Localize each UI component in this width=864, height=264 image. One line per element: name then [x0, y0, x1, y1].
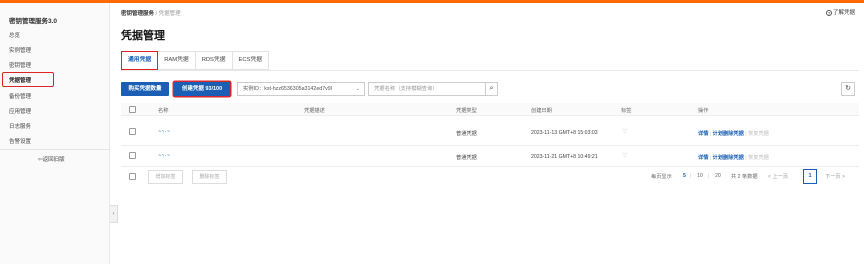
total-count: 共 2 条数据 — [731, 174, 758, 180]
sidebar-item-instances[interactable]: 实例管理 — [9, 46, 31, 54]
secret-name-link[interactable]: ~~·~ — [158, 153, 170, 159]
page-size-5: 5 — [683, 173, 686, 179]
secret-name-link[interactable]: ~~·~ — [158, 129, 170, 135]
page-size-option[interactable]: 5 — [683, 173, 686, 179]
sidebar-item-logs[interactable]: 日志服务 — [9, 122, 31, 130]
back-to-old-version-link[interactable]: ⇦返回旧版 — [38, 155, 65, 163]
sidebar-item-secrets[interactable]: 凭据管理 — [2, 72, 54, 87]
page-size-label: 每页显示 — [651, 174, 672, 180]
sidebar: 密钥管理服务3.0 总览 实例管理 密钥管理 凭据管理 备份管理 应用管理 日志… — [0, 3, 110, 264]
question-icon: ? — [825, 9, 832, 16]
sidebar-item-backup[interactable]: 备份管理 — [9, 92, 31, 100]
action-separator: | — [709, 131, 712, 137]
tab-rds-secrets[interactable]: RDS凭据 — [195, 51, 233, 70]
sidebar-item-overview[interactable]: 总览 — [9, 31, 20, 39]
search-icon: ⌕ — [489, 85, 494, 92]
help-label: 了解凭据 — [832, 10, 855, 16]
remove-tag-button[interactable]: 删除标签 — [192, 170, 227, 184]
secret-type: 普通凭据 — [456, 131, 477, 137]
row-checkbox[interactable] — [129, 128, 136, 135]
tag-icon[interactable]: ♡ — [622, 152, 627, 159]
row-checkbox[interactable] — [129, 152, 136, 159]
sidebar-item-alerts[interactable]: 告警设置 — [9, 137, 31, 145]
detail-link[interactable]: 详情 — [698, 131, 708, 137]
collapse-sidebar-handle[interactable]: ‹ — [110, 205, 118, 223]
search-input[interactable]: 凭据名称（支持模糊查询） — [368, 82, 486, 96]
row-divider — [121, 166, 859, 167]
page-title: 凭据管理 — [121, 30, 165, 42]
restore-link: 恢复凭据 — [748, 131, 769, 137]
schedule-delete-link[interactable]: 计划删除凭据 — [713, 131, 744, 137]
breadcrumb-root[interactable]: 密钥管理服务 — [121, 11, 154, 17]
table-header — [121, 103, 859, 116]
help-link[interactable]: ? 了解凭据 — [825, 8, 855, 16]
page-size-separator: | — [708, 173, 710, 179]
row-actions: 详情 | 计划删除凭据 | 恢复凭据 — [698, 154, 769, 161]
action-separator: | — [745, 131, 747, 137]
restore-link: 恢复凭据 — [748, 155, 769, 161]
footer-select-all-checkbox[interactable] — [129, 173, 136, 180]
chevron-left-icon: ‹ — [112, 211, 115, 217]
tab-ecs-secrets[interactable]: ECS凭据 — [232, 51, 270, 70]
tab-bar: 通用凭据 RAM凭据 RDS凭据 ECS凭据 — [121, 51, 270, 70]
column-header-tags: 标签 — [621, 108, 632, 114]
column-header-created: 创建日期 — [531, 108, 552, 114]
breadcrumb-separator: / — [155, 11, 158, 17]
secret-created-date: 2023-11-21 GMT+8 10:49:21 — [531, 154, 598, 160]
action-separator: | — [709, 155, 712, 161]
instance-select-value: 实例ID：kst-hzz6536305a3142ed7v9l — [243, 86, 332, 92]
sidebar-title: 密钥管理服务3.0 — [9, 18, 58, 25]
create-secret-button[interactable]: 创建凭据 93/100 — [174, 82, 230, 96]
page-size-option[interactable]: 20 — [715, 173, 721, 179]
chevron-down-icon: ⌄ — [355, 86, 360, 92]
column-header-name: 名称 — [158, 108, 169, 114]
add-tag-button[interactable]: 增加标签 — [148, 170, 183, 184]
secret-type: 普通凭据 — [456, 155, 477, 161]
prev-page-button[interactable]: < 上一页 — [768, 173, 788, 180]
sidebar-item-keys[interactable]: 密钥管理 — [9, 61, 31, 69]
select-all-checkbox[interactable] — [129, 106, 136, 113]
column-header-actions: 操作 — [698, 108, 709, 114]
row-divider — [121, 145, 859, 146]
search-button[interactable]: ⌕ — [485, 82, 498, 96]
schedule-delete-link[interactable]: 计划删除凭据 — [713, 155, 744, 161]
sidebar-divider — [0, 149, 110, 150]
page-size-separator: | — [690, 173, 692, 179]
current-page-button[interactable]: 1 — [803, 169, 817, 184]
sidebar-item-apps[interactable]: 应用管理 — [9, 107, 31, 115]
page-size-option[interactable]: 10 — [697, 173, 703, 179]
back-label: 返回旧版 — [42, 157, 65, 163]
brand-bar — [0, 0, 864, 3]
secret-created-date: 2023-11-13 GMT+8 15:03:03 — [531, 130, 598, 136]
instance-select[interactable]: 实例ID：kst-hzz6536305a3142ed7v9l ⌄ — [237, 82, 365, 96]
buy-secret-quota-button[interactable]: 购买凭据数量 — [121, 82, 169, 96]
breadcrumb: 密钥管理服务 / 凭据管理 — [121, 9, 181, 17]
tag-icon[interactable]: ♡ — [622, 128, 627, 135]
refresh-button[interactable]: ↻ — [841, 82, 855, 96]
breadcrumb-current: 凭据管理 — [158, 11, 181, 17]
tab-general-secrets[interactable]: 通用凭据 — [121, 51, 159, 70]
action-separator: | — [745, 155, 747, 161]
refresh-icon: ↻ — [845, 85, 851, 92]
next-page-button[interactable]: 下一页 > — [825, 173, 845, 180]
tab-ram-secrets[interactable]: RAM凭据 — [158, 51, 196, 70]
column-header-description: 凭据描述 — [304, 108, 325, 114]
row-actions: 详情 | 计划删除凭据 | 恢复凭据 — [698, 130, 769, 137]
detail-link[interactable]: 详情 — [698, 155, 708, 161]
column-header-type: 凭据类型 — [456, 108, 477, 114]
tab-underline — [121, 70, 859, 71]
